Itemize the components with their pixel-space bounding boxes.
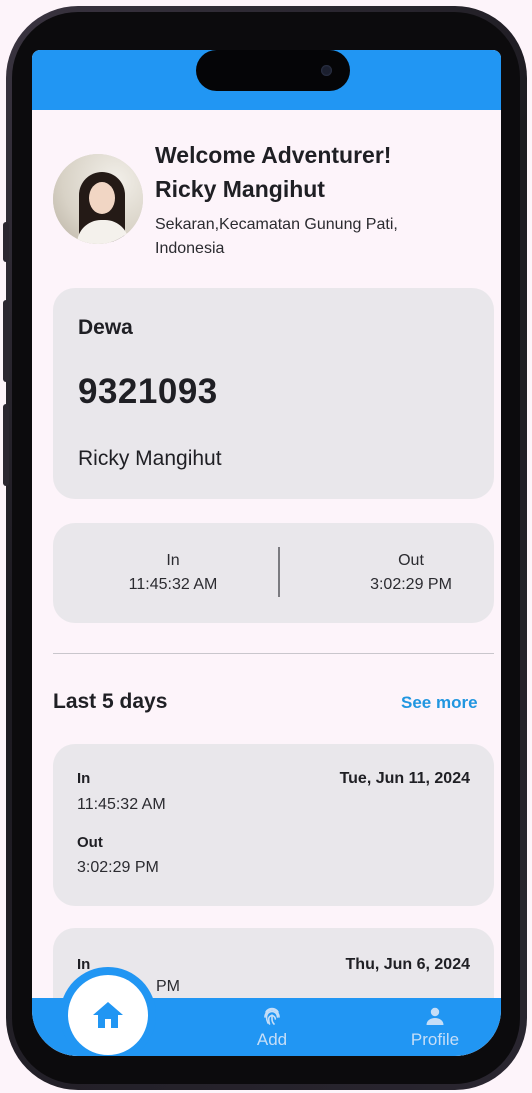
check-in-time: 11:45:32 AM	[128, 576, 218, 593]
record-out-label: Out	[77, 834, 103, 851]
section-divider	[53, 653, 494, 654]
record-date: Thu, Jun 6, 2024	[345, 956, 470, 973]
home-button[interactable]	[68, 975, 148, 1055]
welcome-heading: Welcome Adventurer!	[155, 142, 392, 168]
person-icon	[426, 1007, 444, 1025]
record-in-label: In	[77, 770, 91, 787]
check-out-time: 3:02:29 PM	[370, 576, 452, 593]
member-id-number: 9321093	[78, 372, 218, 411]
home-icon	[93, 1002, 123, 1028]
history-title: Last 5 days	[53, 690, 168, 713]
app-screen: Welcome Adventurer! Ricky Mangihut Sekar…	[32, 50, 501, 1056]
avatar[interactable]	[53, 154, 143, 244]
fingerprint-icon	[264, 1007, 280, 1025]
check-in-label: In	[166, 552, 180, 569]
device-canvas: Welcome Adventurer! Ricky Mangihut Sekar…	[0, 0, 532, 1093]
camera-icon	[321, 65, 332, 76]
check-out-label: Out	[398, 552, 424, 569]
member-id-card: Dewa 9321093 Ricky Mangihut	[53, 288, 494, 499]
dynamic-island	[196, 50, 350, 91]
side-button-volume-up	[3, 300, 9, 382]
nav-item-add[interactable]: Add	[227, 1004, 317, 1050]
user-location: Sekaran,Kecamatan Gunung Pati, Indonesia	[155, 216, 398, 257]
divider	[278, 547, 280, 597]
history-record[interactable]: In 11:45:32 AM Out 3:02:29 PM Tue, Jun 1…	[53, 744, 494, 906]
member-owner-name: Ricky Mangihut	[78, 447, 222, 470]
record-in-time: 11:45:32 AM	[77, 796, 166, 813]
nav-label-profile: Profile	[410, 1030, 460, 1049]
side-button-mute	[3, 222, 9, 262]
today-check-in: In 11:45:32 AM	[73, 549, 273, 597]
today-check-out: Out 3:02:29 PM	[311, 549, 501, 597]
user-name: Ricky Mangihut	[155, 176, 325, 202]
record-out-time: 3:02:29 PM	[77, 859, 159, 876]
nav-item-profile[interactable]: Profile	[390, 1004, 480, 1050]
record-in-time: PM	[156, 978, 180, 995]
see-more-link[interactable]: See more	[401, 693, 478, 713]
today-attendance-card: In 11:45:32 AM Out 3:02:29 PM	[53, 523, 494, 623]
record-date: Tue, Jun 11, 2024	[339, 770, 470, 787]
record-in-label: In	[77, 956, 91, 973]
nav-label-add: Add	[256, 1030, 288, 1049]
member-group: Dewa	[78, 316, 133, 339]
side-button-volume-down	[3, 404, 9, 486]
